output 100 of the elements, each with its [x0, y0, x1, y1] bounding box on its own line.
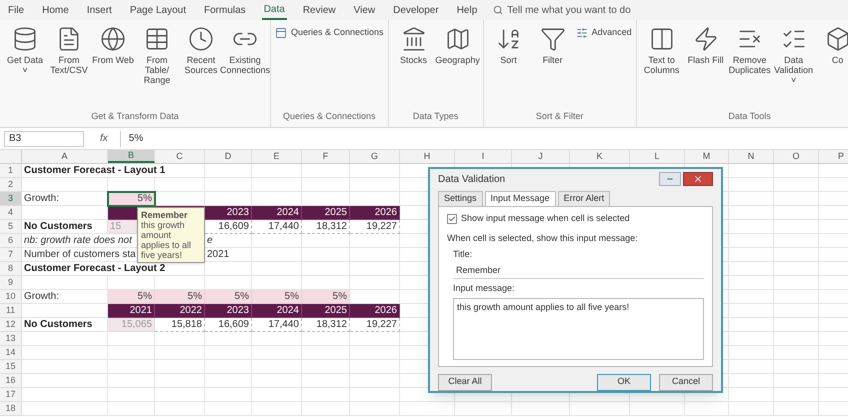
row-header[interactable]: 1 [0, 164, 22, 178]
empty-cell[interactable] [108, 402, 155, 416]
empty-cell[interactable] [729, 234, 774, 248]
ribbon-tab[interactable]: Developer [391, 0, 441, 20]
empty-cell[interactable] [729, 332, 774, 346]
empty-cell[interactable] [630, 402, 685, 416]
empty-cell[interactable] [302, 402, 350, 416]
empty-cell[interactable] [729, 388, 774, 402]
empty-cell[interactable] [252, 248, 302, 262]
ribbon-button[interactable]: Filter [532, 26, 574, 65]
row-header[interactable]: 10 [0, 290, 22, 304]
sheet-cell[interactable]: 2024 [252, 206, 302, 220]
row-header[interactable]: 12 [0, 318, 22, 332]
ribbon-tab[interactable]: Insert [84, 0, 114, 20]
ribbon-tab[interactable]: File [6, 0, 26, 20]
ribbon-tab[interactable]: View [352, 0, 378, 20]
ribbon-tab[interactable]: Page Layout [128, 0, 188, 20]
sheet-cell[interactable]: 17,440 [252, 220, 302, 234]
empty-cell[interactable] [350, 374, 400, 388]
title-field[interactable]: Remember [453, 264, 704, 278]
empty-cell[interactable] [729, 374, 774, 388]
dialog-button[interactable]: OK [597, 374, 651, 390]
empty-cell[interactable] [252, 388, 302, 402]
empty-cell[interactable] [155, 360, 205, 374]
empty-cell[interactable] [512, 402, 570, 416]
row-header[interactable]: 11 [0, 304, 22, 318]
empty-cell[interactable] [774, 318, 819, 332]
empty-cell[interactable] [774, 234, 819, 248]
empty-cell[interactable] [774, 206, 819, 220]
empty-cell[interactable] [774, 178, 819, 192]
empty-cell[interactable] [302, 346, 350, 360]
column-header[interactable]: F [302, 150, 350, 163]
empty-cell[interactable] [729, 402, 774, 416]
empty-cell[interactable] [774, 220, 819, 234]
sheet-cell[interactable]: 2024 [252, 304, 302, 318]
empty-cell[interactable] [350, 164, 400, 178]
row-header[interactable]: 18 [0, 402, 22, 416]
empty-cell[interactable] [302, 332, 350, 346]
ribbon-tab[interactable]: Formulas [202, 0, 248, 20]
empty-cell[interactable] [155, 178, 205, 192]
empty-cell[interactable] [205, 332, 252, 346]
message-field[interactable]: this growth amount applies to all five years! [453, 298, 704, 360]
show-message-checkbox[interactable] [447, 214, 457, 224]
empty-cell[interactable] [302, 374, 350, 388]
column-header[interactable]: M [685, 150, 729, 163]
empty-cell[interactable] [729, 248, 774, 262]
empty-cell[interactable] [252, 262, 302, 276]
ribbon-button[interactable]: Recent Sources [180, 26, 222, 75]
column-header[interactable]: P [819, 150, 848, 163]
sheet-cell[interactable]: 2023 [205, 304, 252, 318]
sheet-cell[interactable]: 16,609 [205, 220, 252, 234]
empty-cell[interactable] [205, 164, 252, 178]
ribbon-button[interactable]: Stocks [392, 26, 435, 65]
empty-cell[interactable] [252, 360, 302, 374]
empty-cell[interactable] [252, 178, 302, 192]
empty-cell[interactable] [774, 346, 819, 360]
column-header[interactable]: K [570, 150, 630, 163]
empty-cell[interactable] [302, 388, 350, 402]
empty-cell[interactable] [729, 178, 774, 192]
ribbon-tab[interactable]: Home [40, 0, 71, 20]
empty-cell[interactable] [729, 360, 774, 374]
help-button[interactable] [659, 172, 681, 186]
empty-cell[interactable] [774, 402, 819, 416]
empty-cell[interactable] [302, 262, 350, 276]
empty-cell[interactable] [155, 388, 205, 402]
empty-cell[interactable] [252, 234, 302, 248]
row-header[interactable]: 8 [0, 262, 22, 276]
empty-cell[interactable] [205, 178, 252, 192]
empty-cell[interactable] [400, 402, 455, 416]
ribbon-button[interactable]: From Web [92, 26, 134, 65]
close-button[interactable] [683, 172, 713, 186]
sheet-cell[interactable]: 5% [108, 192, 155, 206]
empty-cell[interactable] [774, 276, 819, 290]
dialog-tab[interactable]: Input Message [484, 191, 556, 206]
ribbon-button[interactable]: From Table/ Range [136, 26, 178, 85]
column-header[interactable]: N [729, 150, 774, 163]
empty-cell[interactable] [774, 374, 819, 388]
row-header[interactable]: 6 [0, 234, 22, 248]
sheet-cell[interactable]: 2022 [155, 304, 205, 318]
empty-cell[interactable] [108, 374, 155, 388]
empty-cell[interactable] [774, 304, 819, 318]
ribbon-tab[interactable]: Help [454, 0, 480, 20]
row-header[interactable]: 16 [0, 374, 22, 388]
column-header[interactable]: H [400, 150, 455, 163]
row-header[interactable]: 15 [0, 360, 22, 374]
empty-cell[interactable] [729, 318, 774, 332]
sheet-cell[interactable]: 2021 [108, 304, 155, 318]
column-header[interactable]: C [155, 150, 205, 163]
empty-cell[interactable] [774, 262, 819, 276]
empty-cell[interactable] [302, 164, 350, 178]
empty-cell[interactable] [302, 248, 350, 262]
dialog-button[interactable]: Clear All [438, 374, 492, 390]
empty-cell[interactable] [685, 402, 729, 416]
sheet-cell[interactable]: 2025 [302, 304, 350, 318]
empty-cell[interactable] [205, 262, 252, 276]
sheet-cell[interactable]: 2025 [302, 206, 350, 220]
empty-cell[interactable] [252, 402, 302, 416]
sheet-cell[interactable]: 2023 [205, 206, 252, 220]
sheet-cell[interactable]: 19,227 [350, 318, 400, 332]
ribbon-button[interactable]: Geography [436, 26, 479, 65]
